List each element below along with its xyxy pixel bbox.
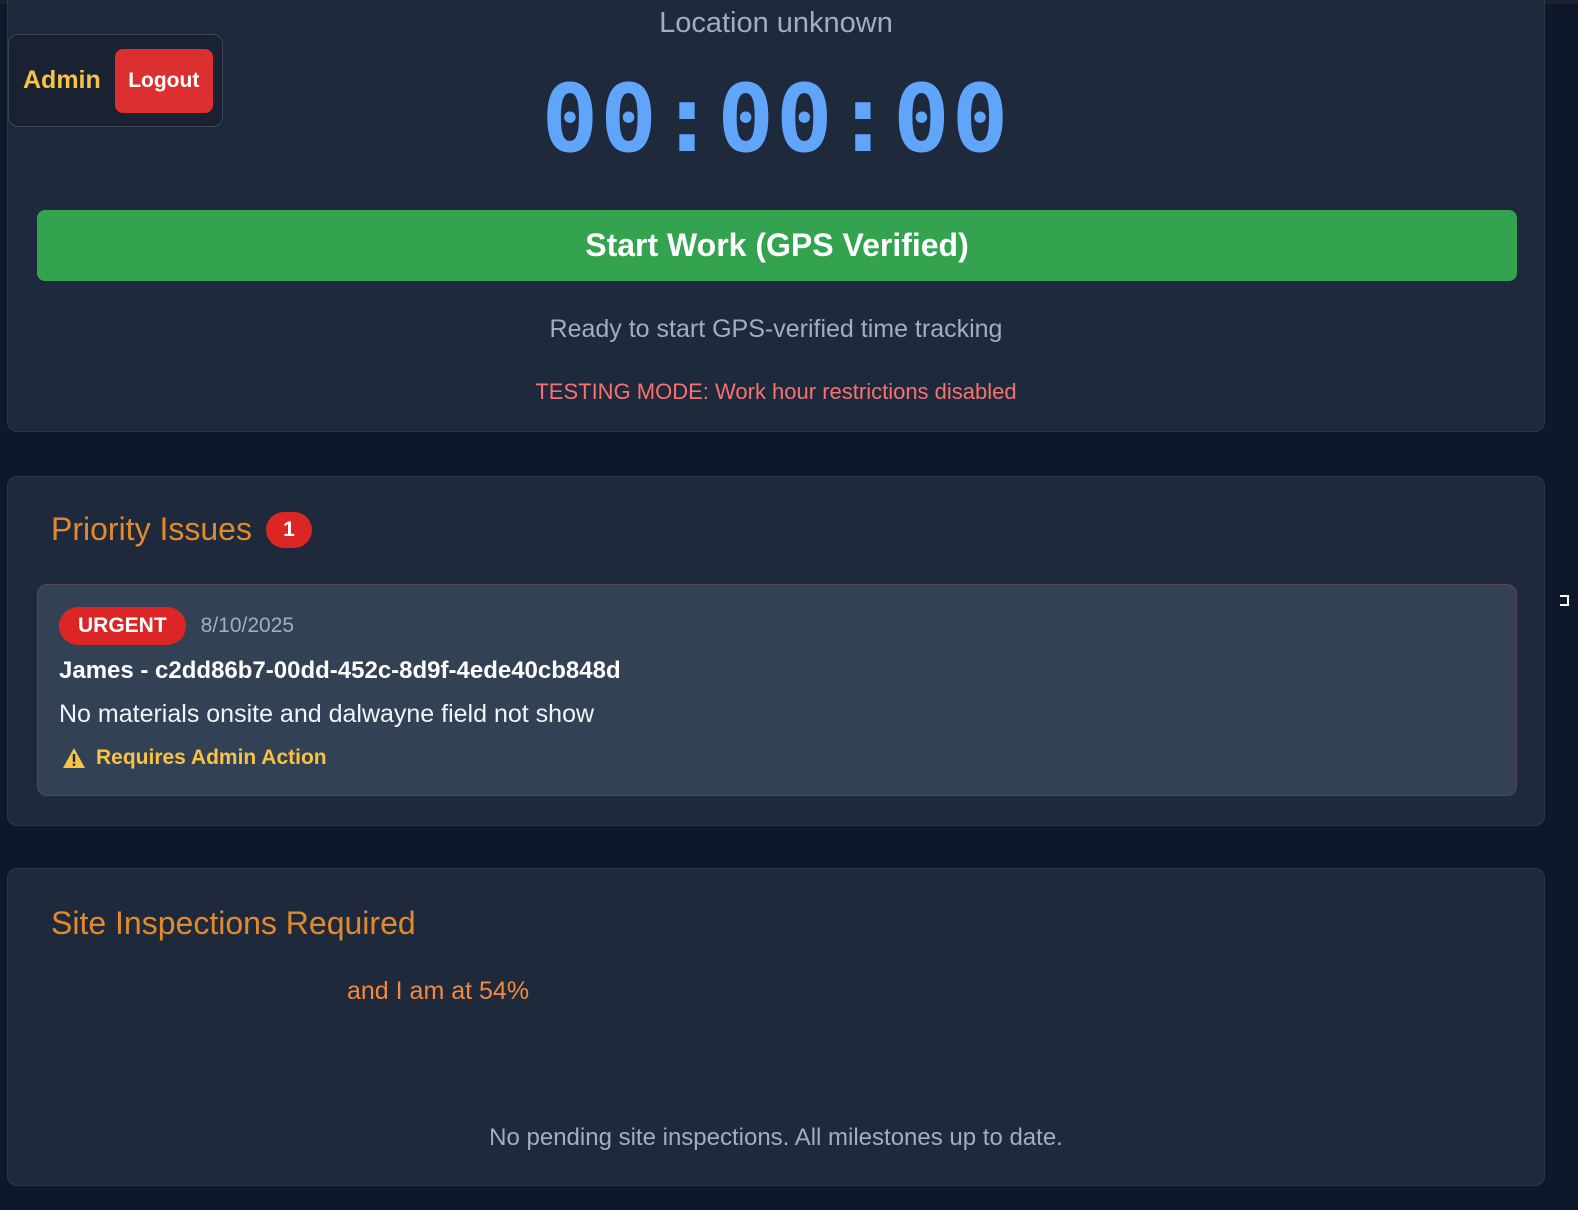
issue-card[interactable]: URGENT 8/10/2025 James - c2dd86b7-00dd-4… — [37, 584, 1517, 796]
timer-display: 00:00:00 — [541, 65, 1011, 174]
testing-mode-notice: TESTING MODE: Work hour restrictions dis… — [535, 379, 1017, 404]
time-tracking-card: Location unknown 00:00:00 Start Work (GP… — [7, 0, 1545, 432]
admin-action-notice: Requires Admin Action — [62, 746, 327, 770]
site-inspections-card: Site Inspections Required and I am at 54… — [7, 868, 1545, 1186]
location-status: Location unknown — [659, 7, 893, 39]
no-inspections-message: No pending site inspections. All milesto… — [489, 1124, 1063, 1151]
resize-handle[interactable] — [1560, 595, 1569, 606]
priority-issues-header: Priority Issues 1 — [51, 511, 312, 548]
issue-meta: URGENT 8/10/2025 — [59, 607, 294, 645]
issue-date: 8/10/2025 — [200, 614, 295, 637]
priority-issues-card: Priority Issues 1 URGENT 8/10/2025 James… — [7, 476, 1545, 826]
site-inspections-title: Site Inspections Required — [51, 905, 416, 941]
user-role-label: Admin — [23, 66, 101, 94]
issue-count-badge: 1 — [265, 511, 312, 548]
user-panel: Admin Logout — [8, 34, 223, 127]
urgent-badge: URGENT — [59, 607, 186, 645]
issue-description: No materials onsite and dalwayne field n… — [59, 700, 595, 728]
admin-action-label: Requires Admin Action — [96, 746, 327, 769]
issue-title: James - c2dd86b7-00dd-452c-8d9f-4ede40cb… — [59, 657, 621, 684]
inspection-progress-text: and I am at 54% — [347, 977, 530, 1005]
logout-button[interactable]: Logout — [114, 48, 213, 113]
start-work-button[interactable]: Start Work (GPS Verified) — [37, 210, 1517, 281]
priority-issues-title: Priority Issues — [51, 511, 252, 547]
tracking-status-text: Ready to start GPS-verified time trackin… — [549, 315, 1003, 343]
warning-icon — [62, 747, 86, 769]
